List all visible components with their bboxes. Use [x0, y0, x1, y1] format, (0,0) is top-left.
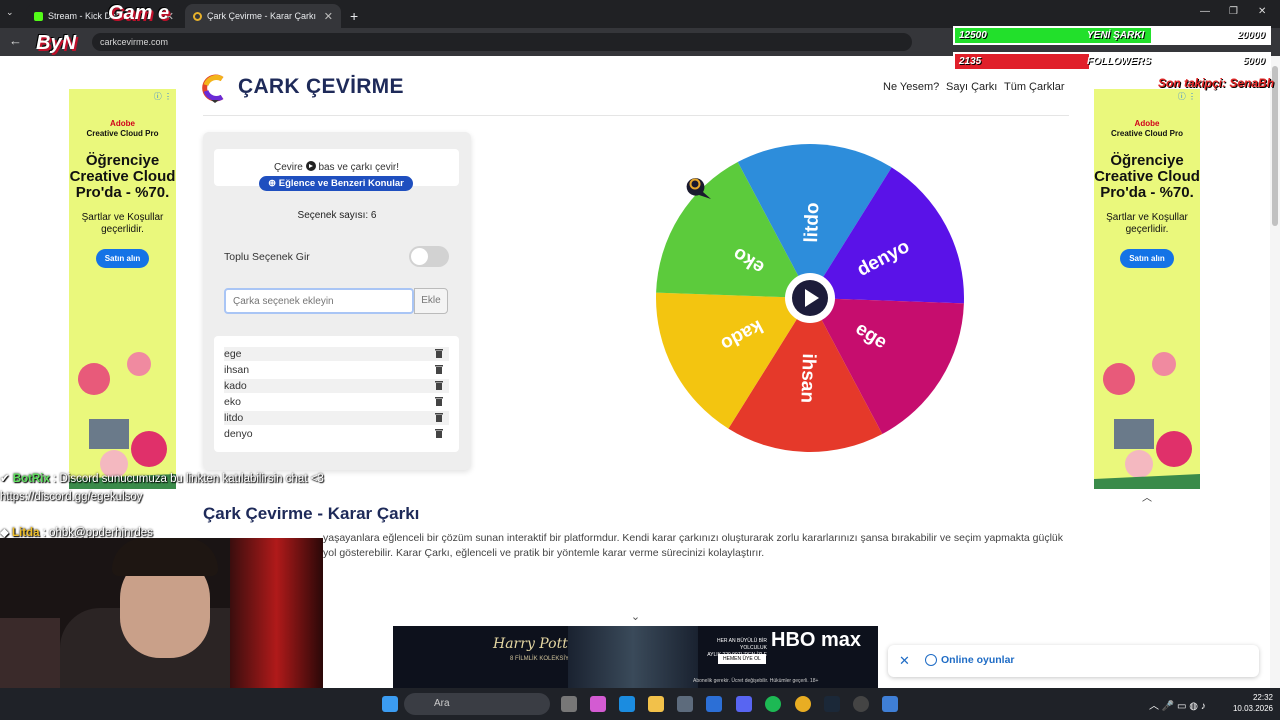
ad-artwork-image	[69, 352, 176, 489]
ad-headline: Öğrenciye Creative Cloud Pro'da - %70.	[69, 152, 176, 201]
add-option-button[interactable]: Ekle	[414, 288, 448, 314]
last-follower: Son takipçi: SenaBh	[1158, 76, 1275, 90]
store-icon[interactable]	[677, 696, 693, 712]
goal-current: 2135	[959, 56, 982, 67]
ad-poster-image	[568, 626, 698, 688]
goal-target: 20000	[1237, 30, 1265, 41]
play-icon	[305, 161, 316, 171]
option-input[interactable]	[224, 288, 414, 314]
ad-cta-button[interactable]: HEMEN ÜYE OL	[718, 654, 766, 664]
webcam-feed	[0, 538, 323, 688]
streamer-logo-overlay: ByN Gam e	[36, 2, 170, 54]
stream-chat-overlay: ✔ BotRix : Discord sunucumuza bu linkten…	[0, 470, 330, 539]
ad-legal: Abonelik gerekir. Ücret değişebilir. Hük…	[693, 678, 819, 684]
goal-label: FOLLOWERS	[1087, 56, 1151, 67]
nav-sayi-carki[interactable]: Sayı Çarkı	[946, 81, 997, 93]
category-pill[interactable]: ⊕ Eğlence ve Benzeri Konular	[259, 176, 413, 191]
bot-badge-icon: ✔	[0, 473, 13, 485]
goal-current: 12500	[959, 30, 987, 41]
bulk-entry-label: Toplu Seçenek Gir	[224, 251, 310, 263]
scrollbar-thumb[interactable]	[1272, 66, 1278, 226]
close-window-icon[interactable]: ✕	[1258, 6, 1266, 17]
followers-goal-bar: 2135 FOLLOWERS 5000	[953, 52, 1271, 71]
file-explorer-icon[interactable]	[648, 696, 664, 712]
steam-icon[interactable]	[824, 696, 840, 712]
trash-icon[interactable]	[435, 348, 443, 358]
obs-icon[interactable]	[853, 696, 869, 712]
new-tab-button[interactable]: +	[342, 4, 364, 28]
spin-instruction: Çevire bas ve çarkı çevir!	[273, 161, 400, 173]
list-item: litdo	[224, 411, 449, 425]
windows-start-icon[interactable]	[382, 696, 398, 712]
song-goal-bar: 12500 YENİ ŞARKI 20000	[953, 26, 1271, 45]
ad-brand: Adobe Creative Cloud Pro	[1110, 119, 1183, 138]
browser-tab-bar: Stream - Kick Dash ✕ Çark Çevirme - Kara…	[0, 0, 1280, 28]
bulk-entry-toggle[interactable]	[409, 246, 449, 267]
trash-icon[interactable]	[435, 396, 443, 406]
add-circle-icon	[925, 654, 937, 666]
ad-buy-button[interactable]: Satın alın	[95, 249, 150, 268]
right-side-ad[interactable]: ⓘ ⋮ Adobe Creative Cloud Pro Öğrenciye Cr…	[1094, 89, 1200, 489]
edge-icon[interactable]	[619, 696, 635, 712]
task-view-icon[interactable]	[561, 696, 577, 712]
goal-label: YENİ ŞARKI	[1087, 30, 1145, 41]
trash-icon[interactable]	[435, 412, 443, 422]
chrome-icon[interactable]	[795, 696, 811, 712]
system-tray-icons[interactable]: ︿ 🎤 ▭ ◍ ♪	[1149, 697, 1206, 712]
article-paragraph: yaşayanlara eğlenceli bir çözüm sunan in…	[323, 532, 1063, 559]
wheel-label: litdo	[801, 202, 823, 243]
ad-subtext: Şartlar ve Koşullar geçerlidir.	[81, 212, 164, 235]
taskbar-clock[interactable]: 22:32 10.03.2026	[1225, 692, 1273, 714]
tab-label: Çark Çevirme - Karar Çarkı	[207, 11, 317, 21]
ad-headline: Öğrenciye Creative Cloud Pro'da - %70.	[1094, 152, 1200, 201]
list-item: ihsan	[224, 363, 449, 377]
site-favicon-icon	[193, 11, 202, 21]
ad-subtext: Şartlar ve Koşullar geçerlidir.	[1106, 212, 1188, 235]
online-games-label[interactable]: Online oyunlar	[941, 654, 1015, 666]
copilot-icon[interactable]	[590, 696, 606, 712]
tab-search-icon[interactable]: ⌄	[6, 7, 14, 18]
close-icon[interactable]: ✕	[899, 653, 910, 669]
site-title[interactable]: ÇARK ÇEVİRME	[238, 75, 404, 99]
list-item: kado	[224, 379, 449, 393]
back-icon[interactable]: ←	[9, 33, 22, 48]
bottom-banner-ad[interactable]: Harry Potter 8 FİLMLİK KOLEKSİYON HER AN…	[393, 626, 878, 688]
goal-target: 5000	[1242, 56, 1265, 67]
header-divider	[203, 115, 1069, 116]
left-side-ad[interactable]: ⓘ ⋮ Adobe Creative Cloud Pro Öğrenciye Cr…	[69, 89, 176, 489]
trash-icon[interactable]	[435, 428, 443, 438]
discord-icon[interactable]	[736, 696, 752, 712]
windows-taskbar	[0, 688, 1280, 720]
list-item: eko	[224, 395, 449, 409]
trash-icon[interactable]	[435, 380, 443, 390]
nav-ne-yesem[interactable]: Ne Yesem?	[883, 81, 939, 93]
tab-cark-cevirme[interactable]: Çark Çevirme - Karar Çarkı ✕	[185, 4, 341, 28]
close-icon[interactable]: ✕	[324, 10, 333, 23]
restore-icon[interactable]: ❐	[1229, 6, 1238, 17]
wheel-pointer-icon	[686, 178, 711, 199]
trash-icon[interactable]	[435, 364, 443, 374]
ad-buy-button[interactable]: Satın alın	[1120, 249, 1174, 268]
collapse-ad-chevron-up-icon[interactable]: ︿	[1127, 491, 1167, 507]
taskbar-search[interactable]: Ara	[404, 693, 550, 715]
ad-artwork-image	[1094, 352, 1200, 489]
url-field[interactable]: carkcevirme.com	[92, 33, 912, 51]
chevron-down-icon[interactable]: ⌄	[618, 609, 653, 626]
ad-info-icon[interactable]: ⓘ ⋮	[1178, 91, 1196, 102]
ad-info-icon[interactable]: ⓘ ⋮	[154, 91, 172, 102]
site-logo-icon[interactable]	[202, 73, 228, 103]
minimize-icon[interactable]: —	[1200, 6, 1210, 17]
ad-brand-logo: HBO max	[771, 629, 862, 651]
nav-tum-carklar[interactable]: Tüm Çarklar	[1004, 81, 1065, 93]
option-count: Seçenek sayısı: 6	[297, 210, 377, 221]
list-item: denyo	[224, 427, 449, 441]
app-icon[interactable]	[882, 696, 898, 712]
wheel-label: ihsan	[796, 353, 819, 403]
list-item: ege	[224, 347, 449, 361]
mail-icon[interactable]	[706, 696, 722, 712]
spotify-icon[interactable]	[765, 696, 781, 712]
chat-message: ✔ BotRix : Discord sunucumuza bu linkten…	[0, 473, 324, 503]
online-games-bar[interactable]: ✕ Online oyunlar	[888, 645, 1259, 677]
ad-brand: Adobe Creative Cloud Pro	[86, 119, 159, 138]
